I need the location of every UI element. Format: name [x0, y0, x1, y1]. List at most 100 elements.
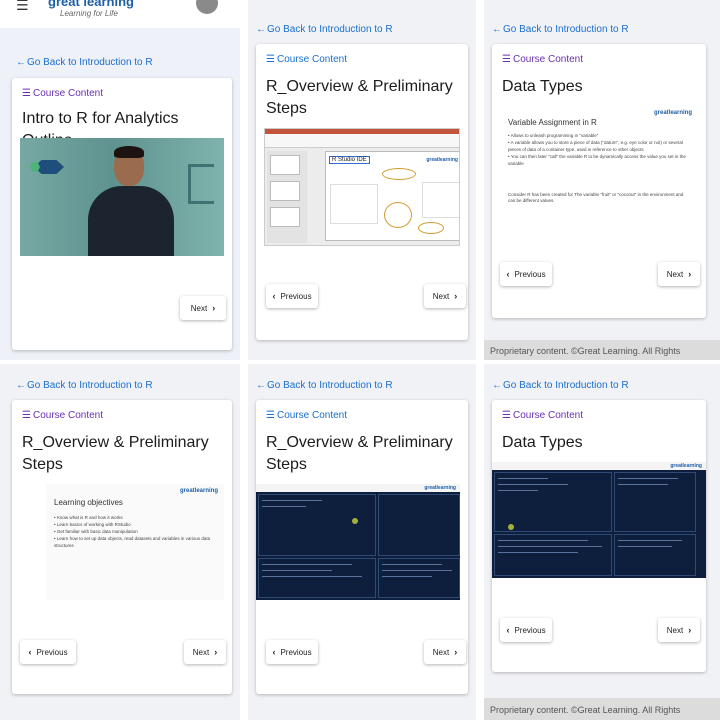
lesson-title: R_Overview & Preliminary Steps	[266, 434, 453, 473]
shelf-graphic	[188, 164, 214, 204]
panel-overview-1: ←Go Back to Introduction to R ☰ Course Co…	[248, 0, 476, 360]
code-line	[498, 478, 548, 479]
content-card: ☰ Course Content Intro to R for Analytics…	[12, 78, 232, 350]
panel-datatypes-1: ←Go Back to Introduction to R ☰ Course Co…	[484, 0, 720, 360]
avatar[interactable]	[196, 0, 218, 14]
env-line	[618, 478, 678, 479]
previous-button[interactable]: ‹ Previous	[266, 284, 318, 308]
chevron-right-icon: ›	[454, 291, 458, 301]
course-content-link[interactable]: ☰ Course Content	[502, 54, 583, 65]
back-link-label: Go Back to Introduction to R	[27, 380, 153, 391]
course-content-icon: ☰	[502, 410, 511, 421]
menu-icon[interactable]: ☰	[16, 0, 29, 14]
next-label: Next	[190, 303, 208, 313]
footer-text: Proprietary content. ©Great Learning. Al…	[490, 705, 681, 715]
slide-rstudio-screenshot: R Studio IDE greatlearning	[264, 128, 460, 246]
console-line	[262, 570, 332, 571]
course-content-label: Course Content	[276, 54, 348, 65]
back-arrow-icon: ←	[256, 24, 266, 35]
content-card: ☰ Course Content R_Overview & Preliminary…	[256, 400, 468, 694]
course-content-label: Course Content	[512, 54, 584, 65]
course-content-icon: ☰	[266, 54, 275, 65]
slide-bullet: Get familiar with basic data manipulatio…	[54, 528, 218, 535]
back-arrow-icon: ←	[256, 380, 266, 391]
lesson-title: Data Types	[502, 78, 583, 95]
app-header: ☰ great learning Learning for Life	[0, 0, 240, 28]
slide-note: Consider R has been created for The vari…	[508, 192, 684, 203]
video-thumbnail[interactable]	[20, 138, 224, 256]
course-content-label: Course Content	[512, 410, 584, 421]
next-button[interactable]: Next ›	[424, 640, 466, 664]
toolbar-strip	[265, 134, 459, 148]
course-content-icon: ☰	[502, 54, 511, 65]
rstudio-screenshot: greatlearning	[256, 484, 460, 600]
slide-bullet: Learn how to set up data objects, read d…	[54, 535, 218, 549]
back-arrow-icon: ←	[16, 380, 26, 391]
presenter-body	[88, 186, 174, 256]
chevron-left-icon: ‹	[506, 269, 510, 279]
next-button[interactable]: Next ›	[184, 640, 226, 664]
footer-bar: Proprietary content. ©Great Learning. Al…	[484, 340, 720, 360]
panel-datatypes-rstudio: ←Go Back to Introduction to R ☰ Course Co…	[484, 364, 720, 720]
console-line	[498, 546, 602, 547]
brand-name[interactable]: great learning	[48, 0, 134, 9]
previous-button[interactable]: ‹ Previous	[266, 640, 318, 664]
next-button[interactable]: Next ›	[658, 262, 700, 286]
next-button[interactable]: Next ›	[180, 296, 226, 320]
file-line	[382, 576, 432, 577]
environment-pane	[614, 472, 696, 532]
chevron-right-icon: ›	[212, 303, 216, 313]
cursor-highlight	[508, 524, 514, 530]
env-pane	[422, 182, 459, 218]
back-to-intro-link[interactable]: ←Go Back to Introduction to R	[16, 57, 153, 68]
callout-1	[382, 168, 416, 180]
slide-bullet: Allows to unleash programming in "variab…	[508, 132, 692, 139]
back-link-label: Go Back to Introduction to R	[503, 380, 629, 391]
chevron-right-icon: ›	[214, 647, 218, 657]
back-to-intro-link[interactable]: ←Go Back to Introduction to R	[256, 380, 393, 391]
slide-bullet-list: Allows to unleash programming in "variab…	[508, 132, 692, 167]
back-to-intro-link[interactable]: ←Go Back to Introduction to R	[256, 24, 393, 35]
console-line	[262, 576, 362, 577]
course-content-link[interactable]: ☰ Course Content	[266, 54, 347, 65]
next-button[interactable]: Next ›	[424, 284, 466, 308]
next-button[interactable]: Next ›	[658, 618, 700, 642]
chevron-right-icon: ›	[454, 647, 458, 657]
course-content-link[interactable]: ☰ Course Content	[266, 410, 347, 421]
back-to-intro-link[interactable]: ←Go Back to Introduction to R	[16, 380, 153, 391]
file-line	[618, 540, 682, 541]
thumb-2	[270, 181, 300, 201]
back-to-intro-link[interactable]: ←Go Back to Introduction to R	[492, 24, 629, 35]
chevron-right-icon: ›	[688, 625, 692, 635]
back-arrow-icon: ←	[492, 380, 502, 391]
slide-bullet: Know what is R and how it works	[54, 514, 218, 521]
course-content-label: Course Content	[32, 410, 104, 421]
course-content-link[interactable]: ☰ Course Content	[22, 88, 103, 99]
content-card: ☰ Course Content R_Overview & Preliminary…	[256, 44, 468, 340]
previous-button[interactable]: ‹ Previous	[500, 262, 552, 286]
rstudio-ide-label: R Studio IDE	[329, 156, 370, 164]
next-label: Next	[666, 625, 684, 635]
next-label: Next	[666, 269, 684, 279]
content-card: ☰ Course Content Data Types greatlearning…	[492, 400, 706, 672]
course-content-link[interactable]: ☰ Course Content	[502, 410, 583, 421]
previous-button[interactable]: ‹ Previous	[20, 640, 76, 664]
file-line	[618, 546, 672, 547]
chevron-left-icon: ‹	[272, 647, 276, 657]
previous-button[interactable]: ‹ Previous	[500, 618, 552, 642]
previous-label: Previous	[514, 269, 546, 279]
brand-tagline: Learning for Life	[60, 9, 118, 18]
footer-text: Proprietary content. ©Great Learning. Al…	[490, 346, 681, 356]
lesson-title: Data Types	[502, 434, 583, 451]
course-content-link[interactable]: ☰ Course Content	[22, 410, 103, 421]
file-line	[382, 564, 442, 565]
gl-logo-text: greatlearning	[653, 110, 692, 116]
back-to-intro-link[interactable]: ←Go Back to Introduction to R	[492, 380, 629, 391]
rstudio-screenshot: greatlearning	[492, 462, 706, 578]
editor-pane	[494, 472, 612, 532]
back-link-label: Go Back to Introduction to R	[503, 24, 629, 35]
env-line	[618, 484, 668, 485]
panel-intro-outline: ☰ great learning Learning for Life ←Go B…	[0, 0, 240, 360]
file-line	[382, 570, 452, 571]
panel-overview-rstudio: ←Go Back to Introduction to R ☰ Course Co…	[248, 364, 476, 720]
